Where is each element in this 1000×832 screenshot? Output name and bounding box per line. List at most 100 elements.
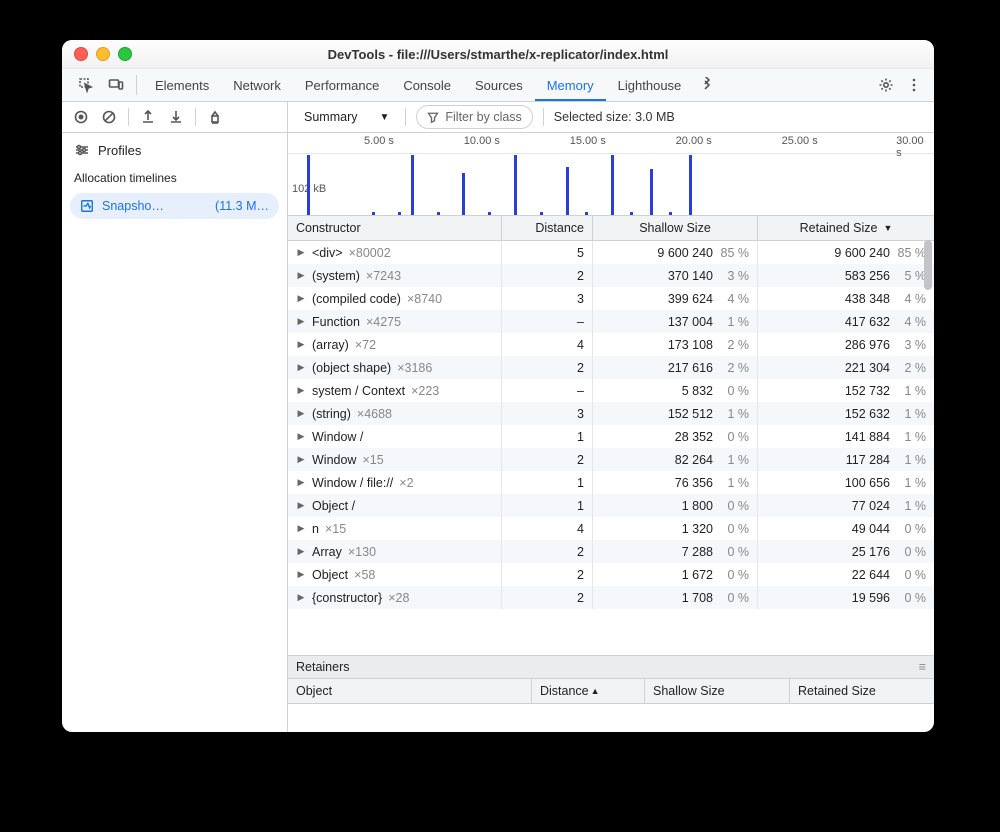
timeline-tick: 5.00 s [364, 135, 394, 147]
col-retained[interactable]: Retained Size▼ [758, 216, 934, 240]
table-row[interactable]: ▶(array) ×724173 1082 %286 9763 % [288, 333, 934, 356]
ret-col-shallow[interactable]: Shallow Size [645, 679, 790, 703]
tabbar: ElementsNetworkPerformanceConsoleSources… [62, 69, 934, 102]
expand-icon[interactable]: ▶ [296, 385, 306, 396]
device-icon[interactable] [102, 69, 130, 101]
tab-console[interactable]: Console [391, 69, 463, 101]
main-toolbar: Summary ▼ Filter by class Selected size:… [288, 102, 934, 133]
settings-icon[interactable] [872, 77, 900, 93]
row-shallow-pct: 0 % [715, 522, 749, 536]
col-shallow[interactable]: Shallow Size [593, 216, 758, 240]
expand-icon[interactable]: ▶ [296, 454, 306, 465]
expand-icon[interactable]: ▶ [296, 523, 306, 534]
row-retained-pct: 1 % [892, 453, 926, 467]
expand-icon[interactable]: ▶ [296, 569, 306, 580]
expand-icon[interactable]: ▶ [296, 293, 306, 304]
table-row[interactable]: ▶(string) ×46883152 5121 %152 6321 % [288, 402, 934, 425]
expand-icon[interactable]: ▶ [296, 477, 306, 488]
row-retained: 117 284 [846, 453, 890, 467]
row-name: n [312, 522, 319, 536]
expand-icon[interactable]: ▶ [296, 500, 306, 511]
row-retained: 25 176 [852, 545, 890, 559]
row-count: ×80002 [349, 246, 391, 260]
timeline-spike [650, 169, 653, 215]
row-retained-pct: 0 % [892, 591, 926, 605]
ret-col-distance[interactable]: Distance▲ [532, 679, 645, 703]
col-distance[interactable]: Distance [502, 216, 593, 240]
tab-network[interactable]: Network [221, 69, 293, 101]
timeline-tick: 20.00 s [676, 135, 712, 147]
maximize-icon[interactable] [118, 47, 132, 61]
expand-icon[interactable]: ▶ [296, 270, 306, 281]
ITEM-col-object[interactable]: Object [288, 679, 532, 703]
view-select[interactable]: Summary ▼ [298, 110, 395, 124]
ret-col-retained[interactable]: Retained Size [790, 679, 934, 703]
table-row[interactable]: ▶system / Context ×223–5 8320 %152 7321 … [288, 379, 934, 402]
expand-icon[interactable]: ▶ [296, 431, 306, 442]
inspect-icon[interactable] [72, 69, 100, 101]
row-retained-pct: 1 % [892, 476, 926, 490]
row-count: ×8740 [407, 292, 442, 306]
table-row[interactable]: ▶Object /11 8000 %77 0241 % [288, 494, 934, 517]
class-filter[interactable]: Filter by class [416, 105, 532, 129]
table-row[interactable]: ▶Window /128 3520 %141 8841 % [288, 425, 934, 448]
table-row[interactable]: ▶Window ×15282 2641 %117 2841 % [288, 448, 934, 471]
col-constructor[interactable]: Constructor [288, 216, 502, 240]
tab-lighthouse[interactable]: Lighthouse [606, 69, 694, 101]
table-row[interactable]: ▶Array ×13027 2880 %25 1760 % [288, 540, 934, 563]
row-retained-pct: 1 % [892, 430, 926, 444]
gc-icon[interactable] [204, 106, 226, 128]
minimize-icon[interactable] [96, 47, 110, 61]
row-name: (array) [312, 338, 349, 352]
tab-performance[interactable]: Performance [293, 69, 391, 101]
expand-icon[interactable]: ▶ [296, 339, 306, 350]
expand-icon[interactable]: ▶ [296, 247, 306, 258]
scrollbar-thumb[interactable] [924, 240, 932, 290]
table-row[interactable]: ▶Window / file:// ×2176 3561 %100 6561 % [288, 471, 934, 494]
kebab-icon[interactable] [900, 77, 928, 93]
scrollbar[interactable] [922, 240, 934, 655]
tab-memory[interactable]: Memory [535, 69, 606, 101]
row-name: (object shape) [312, 361, 391, 375]
table-row[interactable]: ▶Function ×4275–137 0041 %417 6324 % [288, 310, 934, 333]
expand-icon[interactable]: ▶ [296, 316, 306, 327]
table-row[interactable]: ▶(system) ×72432370 1403 %583 2565 % [288, 264, 934, 287]
row-shallow: 7 288 [682, 545, 713, 559]
tab-elements[interactable]: Elements [143, 69, 221, 101]
close-icon[interactable] [74, 47, 88, 61]
table-body[interactable]: ▶<div> ×8000259 600 24085 %9 600 24085 %… [288, 241, 934, 655]
table-row[interactable]: ▶(compiled code) ×87403399 6244 %438 348… [288, 287, 934, 310]
import-icon[interactable] [165, 106, 187, 128]
row-retained-pct: 85 % [892, 246, 926, 260]
table-row[interactable]: ▶(object shape) ×31862217 6162 %221 3042… [288, 356, 934, 379]
row-retained: 49 044 [852, 522, 890, 536]
row-distance: 4 [577, 338, 584, 352]
row-retained: 152 732 [845, 384, 890, 398]
tab-sources[interactable]: Sources [463, 69, 535, 101]
sidebar-item-snapshot[interactable]: Snapsho… (11.3 M… [70, 193, 279, 219]
expand-icon[interactable]: ▶ [296, 408, 306, 419]
row-shallow: 76 356 [675, 476, 713, 490]
table-row[interactable]: ▶n ×1541 3200 %49 0440 % [288, 517, 934, 540]
more-tabs-icon[interactable] [695, 69, 721, 101]
row-distance: 2 [577, 361, 584, 375]
table-row[interactable]: ▶Object ×5821 6720 %22 6440 % [288, 563, 934, 586]
export-icon[interactable] [137, 106, 159, 128]
sidebar-toolbar [62, 102, 287, 133]
row-retained-pct: 0 % [892, 545, 926, 559]
record-icon[interactable] [70, 106, 92, 128]
clear-icon[interactable] [98, 106, 120, 128]
table-row[interactable]: ▶{constructor} ×2821 7080 %19 5960 % [288, 586, 934, 609]
row-shallow-pct: 0 % [715, 430, 749, 444]
profiles-header[interactable]: Profiles [62, 133, 287, 167]
expand-icon[interactable]: ▶ [296, 546, 306, 557]
row-shallow-pct: 85 % [715, 246, 749, 260]
expand-icon[interactable]: ▶ [296, 362, 306, 373]
row-retained: 19 596 [852, 591, 890, 605]
table-row[interactable]: ▶<div> ×8000259 600 24085 %9 600 24085 % [288, 241, 934, 264]
sidebar: Profiles Allocation timelines Snapsho… (… [62, 102, 288, 732]
timeline[interactable]: 5.00 s10.00 s15.00 s20.00 s25.00 s30.00 … [288, 133, 934, 216]
retainers-menu-icon[interactable]: ≡ [919, 660, 926, 674]
row-shallow-pct: 1 % [715, 453, 749, 467]
expand-icon[interactable]: ▶ [296, 592, 306, 603]
